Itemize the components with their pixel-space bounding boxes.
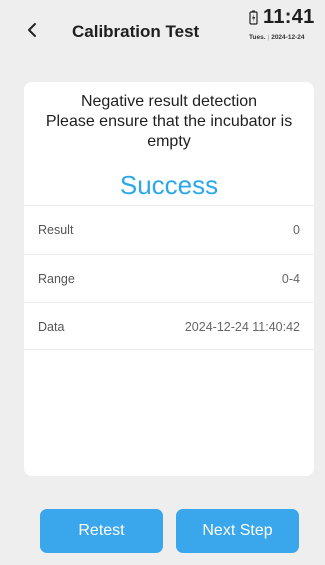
result-row: Result 0	[24, 205, 314, 253]
row-label: Data	[38, 320, 65, 334]
row-value: 0-4	[281, 272, 300, 286]
battery-charging-icon	[249, 10, 258, 25]
page-title: Calibration Test	[72, 22, 200, 41]
header-bar: Calibration Test 11:41 Tues. | 2024-12-24	[0, 0, 325, 62]
back-button[interactable]	[20, 18, 44, 42]
clock-date-value: 2024-12-24	[271, 34, 305, 41]
clock-day: Tues.	[249, 34, 266, 41]
instruction-text: Negative result detection Please ensure t…	[45, 93, 293, 150]
clock-time: 11:41	[263, 6, 315, 28]
row-label: Range	[38, 272, 75, 286]
retest-button[interactable]: Retest	[40, 509, 163, 553]
status-text: Success	[119, 170, 219, 200]
chevron-left-icon	[28, 23, 36, 37]
range-row: Range 0-4	[24, 254, 314, 302]
next-step-button[interactable]: Next Step	[176, 509, 299, 553]
row-value: 0	[293, 223, 300, 237]
data-row: Data 2024-12-24 11:40:42	[24, 302, 314, 350]
clock-date: Tues. | 2024-12-24	[249, 34, 305, 41]
row-value: 2024-12-24 11:40:42	[184, 320, 300, 334]
row-label: Result	[38, 223, 74, 237]
result-card: Negative result detection Please ensure t…	[24, 82, 314, 476]
instruction-message: Negative result detection Please ensure t…	[24, 92, 314, 152]
